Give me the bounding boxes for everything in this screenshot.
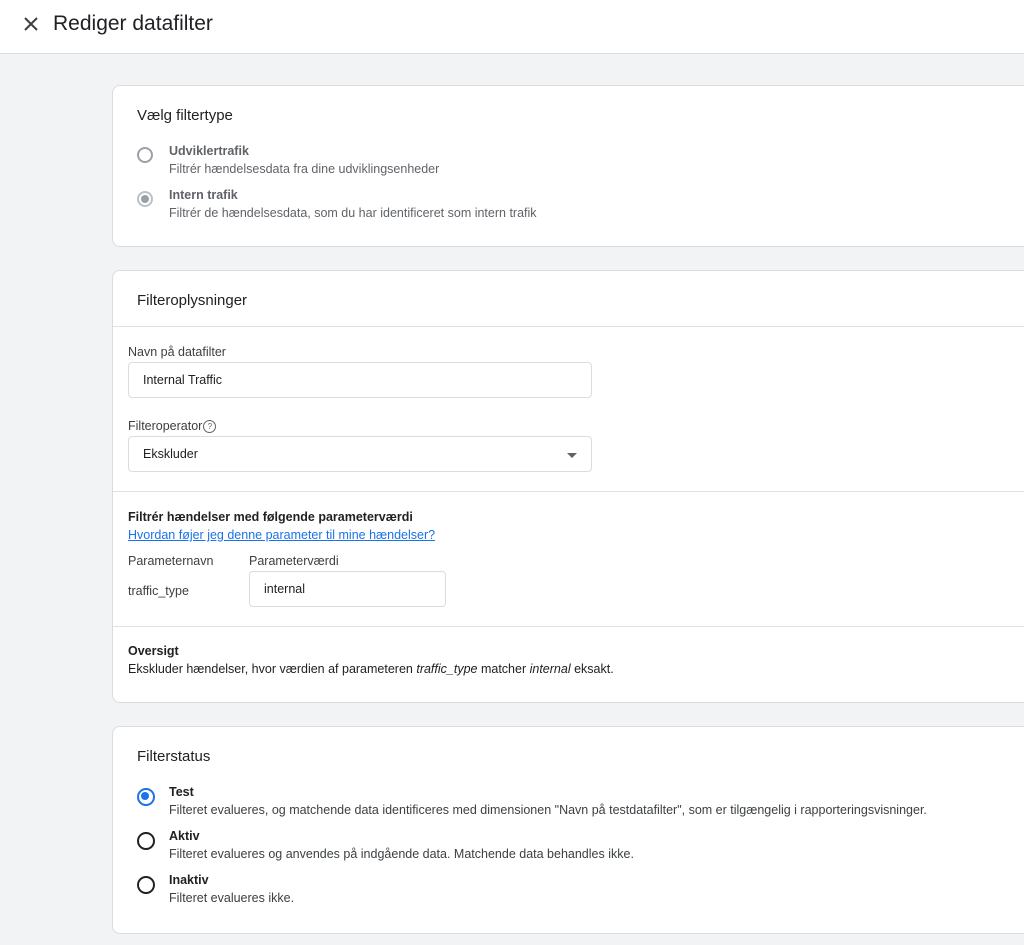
radio-label: Test	[169, 785, 194, 799]
radio-option-inactive[interactable]: Inaktiv Filteret evalueres ikke.	[137, 872, 294, 907]
parameter-name-header: Parameternavn	[128, 554, 214, 568]
radio-description: Filteret evalueres, og matchende data id…	[169, 803, 927, 817]
parameter-value: internal	[264, 582, 305, 596]
filter-details-card: Filteroplysninger Navn på datafilter Int…	[112, 270, 1024, 703]
dropdown-arrow-icon	[567, 453, 577, 458]
filter-operator-label: Filteroperator?	[128, 419, 217, 433]
radio-option-internal-traffic[interactable]: Intern trafik Filtrér de hændelsesdata, …	[137, 187, 537, 222]
parameter-heading: Filtrér hændelser med følgende parameter…	[128, 510, 413, 524]
summary-param: traffic_type	[416, 662, 478, 676]
parameter-help-link[interactable]: Hvordan føjer jeg denne parameter til mi…	[128, 528, 435, 542]
parameter-value-header: Parameterværdi	[249, 554, 339, 568]
filter-operator-select[interactable]: Ekskluder	[128, 436, 592, 472]
radio-label: Inaktiv	[169, 873, 209, 887]
filter-details-title: Filteroplysninger	[137, 292, 248, 309]
divider	[113, 626, 1024, 627]
parameter-name: traffic_type	[128, 584, 189, 598]
radio-button-unchecked[interactable]	[137, 876, 155, 894]
radio-description: Filtrér hændelsesdata fra dine udvikling…	[169, 162, 440, 176]
filter-type-card: Vælg filtertype Udviklertrafik Filtrér h…	[112, 85, 1024, 247]
divider	[113, 326, 1024, 327]
page-title: Rediger datafilter	[53, 12, 213, 35]
filter-name-input[interactable]: Internal Traffic	[128, 362, 592, 398]
help-icon[interactable]: ?	[203, 420, 217, 433]
radio-option-developer-traffic[interactable]: Udviklertrafik Filtrér hændelsesdata fra…	[137, 143, 439, 178]
divider	[113, 491, 1024, 492]
radio-description: Filtrér de hændelsesdata, som du har ide…	[169, 206, 537, 220]
summary-prefix: Ekskluder hændelser, hvor værdien af par…	[128, 662, 417, 676]
summary-middle: matcher	[477, 662, 530, 676]
filter-name-value: Internal Traffic	[143, 373, 222, 387]
filter-operator-value: Ekskluder	[143, 447, 198, 461]
radio-button-checked[interactable]	[137, 788, 155, 806]
radio-button-checked[interactable]	[137, 191, 153, 207]
close-icon	[24, 17, 38, 31]
filter-status-card: Filterstatus Test Filteret evalueres, og…	[112, 726, 1024, 934]
summary-text: Ekskluder hændelser, hvor værdien af par…	[128, 662, 614, 676]
filter-status-title: Filterstatus	[137, 748, 211, 765]
radio-label: Aktiv	[169, 829, 200, 843]
filter-type-title: Vælg filtertype	[137, 107, 233, 124]
radio-button-unchecked[interactable]	[137, 147, 153, 163]
radio-option-active[interactable]: Aktiv Filteret evalueres og anvendes på …	[137, 828, 634, 863]
parameter-value-input[interactable]: internal	[249, 571, 446, 607]
summary-title: Oversigt	[128, 644, 179, 658]
top-bar: Rediger datafilter	[0, 0, 1024, 54]
radio-label: Intern trafik	[169, 188, 238, 202]
summary-value: internal	[529, 662, 571, 676]
radio-button-unchecked[interactable]	[137, 832, 155, 850]
filter-name-label: Navn på datafilter	[128, 345, 226, 359]
summary-suffix: eksakt.	[570, 662, 614, 676]
radio-description: Filteret evalueres ikke.	[169, 891, 295, 905]
radio-label: Udviklertrafik	[169, 144, 249, 158]
close-button[interactable]	[20, 13, 42, 35]
radio-option-test[interactable]: Test Filteret evalueres, og matchende da…	[137, 784, 927, 819]
filter-operator-label-text: Filteroperator	[128, 419, 203, 433]
radio-description: Filteret evalueres og anvendes på indgåe…	[169, 847, 634, 861]
